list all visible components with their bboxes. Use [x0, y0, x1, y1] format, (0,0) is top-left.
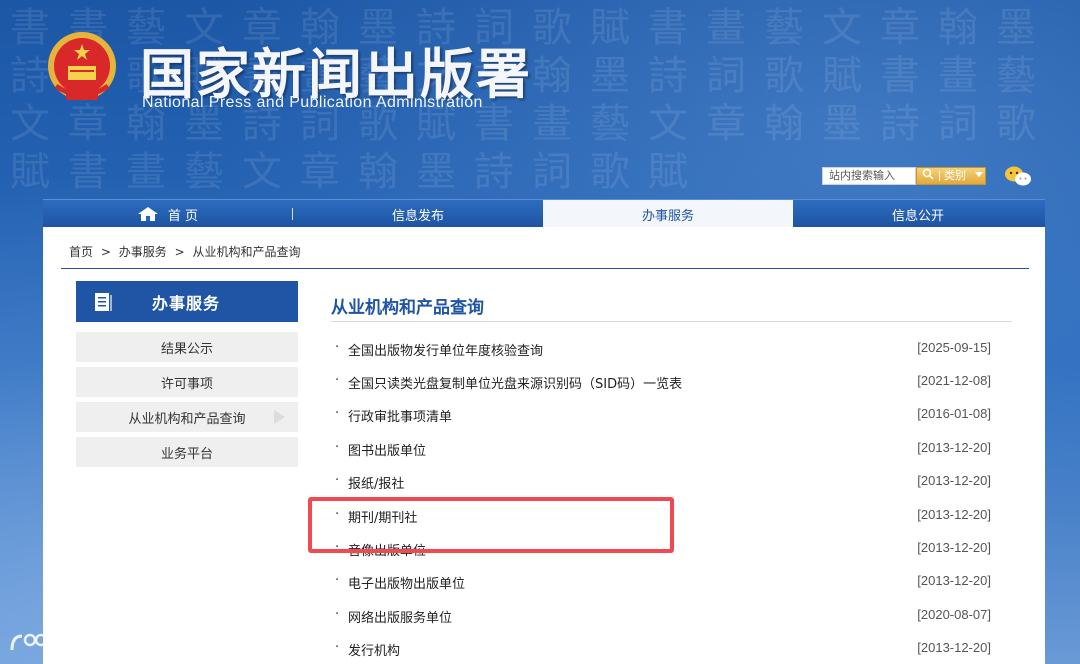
sidebar-item-label: 业务平台 — [160, 446, 213, 462]
breadcrumb-current[interactable]: 从业机构和产品查询 — [192, 245, 300, 259]
search-button[interactable]: 类别 — [916, 167, 986, 185]
list-item[interactable]: · 全国出版物发行单位年度核验查询 [2025-09-15] — [331, 340, 991, 360]
list-item[interactable]: · 全国只读类光盘复制单位光盘来源识别码（SID码）一览表 [2021-12-0… — [331, 373, 991, 393]
list-item-title[interactable]: 网络出版服务单位 — [348, 607, 452, 626]
nav-services[interactable]: 办事服务 — [543, 200, 793, 228]
list-item-date: [2013-12-20] — [917, 473, 991, 488]
sidebar-item-label: 结果公示 — [160, 341, 213, 357]
document-icon — [95, 292, 112, 311]
breadcrumb-section[interactable]: 办事服务 — [119, 245, 167, 259]
watermark-logo-icon — [10, 633, 48, 651]
site-subtitle: National Press and Publication Administr… — [142, 94, 483, 111]
sidebar-item-label: 许可事项 — [160, 376, 213, 392]
list-item-title[interactable]: 电子出版物出版单位 — [348, 573, 465, 592]
list-item-title[interactable]: 行政审批事项清单 — [348, 406, 452, 425]
watermark-text: 大数跨境 — [54, 633, 131, 656]
chevron-down-icon[interactable] — [975, 168, 985, 184]
bullet: · — [335, 607, 340, 622]
national-emblem-icon[interactable] — [44, 30, 120, 108]
list-item-date: [2025-09-15] — [917, 340, 991, 355]
bullet: · — [335, 340, 340, 355]
sidebar-item-business-platform[interactable]: 业务平台 — [76, 437, 298, 467]
breadcrumb: 首页 > 办事服务 > 从业机构和产品查询 — [69, 243, 304, 260]
bullet: · — [335, 640, 340, 655]
list-item-title[interactable]: 全国只读类光盘复制单位光盘来源识别码（SID码）一览表 — [348, 373, 682, 392]
breadcrumb-divider — [61, 268, 1029, 269]
bullet: · — [335, 473, 340, 488]
sidebar-item-permits[interactable]: 许可事项 — [76, 367, 298, 397]
home-icon — [137, 207, 158, 221]
list-item[interactable]: · 报纸/报社 [2013-12-20] — [331, 473, 991, 493]
content-panel: 首页 > 办事服务 > 从业机构和产品查询 办事服务 结果公示 许可事项 从业机… — [43, 227, 1045, 664]
watermark: 大数跨境 — [8, 628, 130, 658]
nav-services-label: 办事服务 — [641, 208, 694, 224]
chevron-right-icon — [274, 410, 285, 424]
nav-home-label: 首 页 — [167, 208, 199, 224]
list-item[interactable]: · 电子出版物出版单位 [2013-12-20] — [331, 573, 991, 593]
sidebar-header: 办事服务 — [76, 281, 298, 322]
breadcrumb-separator: > — [100, 245, 111, 259]
list-item-date: [2021-12-08] — [917, 373, 991, 388]
title-divider — [331, 321, 1012, 322]
breadcrumb-home[interactable]: 首页 — [69, 245, 93, 259]
list-item-date: [2013-12-20] — [917, 640, 991, 655]
list-item-date: [2016-01-08] — [917, 406, 991, 421]
nav-info-release[interactable]: 信息发布 — [293, 200, 543, 228]
nav-info-release-label: 信息发布 — [391, 208, 444, 224]
sidebar-item-results[interactable]: 结果公示 — [76, 332, 298, 362]
list-item-date: [2013-12-20] — [917, 540, 991, 555]
search-icon[interactable] — [917, 168, 939, 184]
breadcrumb-separator: > — [174, 245, 185, 259]
bullet: · — [335, 440, 340, 455]
list-item-date: [2013-12-20] — [917, 507, 991, 522]
sidebar-item-label: 从业机构和产品查询 — [128, 411, 246, 427]
sidebar-item-institution-query[interactable]: 从业机构和产品查询 — [76, 402, 298, 432]
category-select[interactable]: 类别 — [944, 168, 975, 184]
list-item-date: [2013-12-20] — [917, 573, 991, 588]
list-item-date: [2013-12-20] — [917, 440, 991, 455]
page-title: 从业机构和产品查询 — [331, 298, 484, 318]
list-item-title[interactable]: 图书出版单位 — [348, 440, 426, 459]
list-item-title[interactable]: 发行机构 — [348, 640, 400, 659]
bullet: · — [335, 406, 340, 421]
list-item-title[interactable]: 全国出版物发行单位年度核验查询 — [348, 340, 543, 359]
highlight-box — [308, 497, 674, 553]
search-divider — [939, 171, 940, 181]
list-item[interactable]: · 发行机构 [2013-12-20] — [331, 640, 991, 660]
search-input[interactable]: 站内搜索输入 — [822, 167, 916, 185]
bullet: · — [335, 373, 340, 388]
wechat-icon[interactable] — [1003, 164, 1033, 188]
list-item[interactable]: · 网络出版服务单位 [2020-08-07] — [331, 607, 991, 627]
sidebar-title: 办事服务 — [152, 293, 221, 313]
list-item-title[interactable]: 报纸/报社 — [348, 473, 404, 492]
nav-info-disclosure-label: 信息公开 — [891, 208, 944, 224]
nav-info-disclosure[interactable]: 信息公开 — [793, 200, 1043, 228]
main-nav: 首 页 信息发布 办事服务 信息公开 — [43, 199, 1045, 228]
list-item-date: [2020-08-07] — [917, 607, 991, 622]
bullet: · — [335, 573, 340, 588]
list-item[interactable]: · 图书出版单位 [2013-12-20] — [331, 440, 991, 460]
nav-home[interactable]: 首 页 — [43, 200, 293, 228]
list-item[interactable]: · 行政审批事项清单 [2016-01-08] — [331, 406, 991, 426]
